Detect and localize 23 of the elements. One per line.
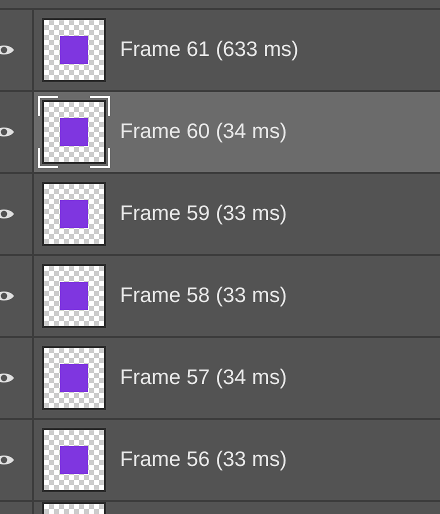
eye-icon[interactable] bbox=[0, 453, 14, 467]
eye-icon[interactable] bbox=[0, 207, 14, 221]
layer-row[interactable]: Frame 60 (34 ms) bbox=[34, 92, 440, 172]
frame-name: Frame 57 (34 ms) bbox=[120, 366, 287, 390]
frame-thumbnail bbox=[42, 182, 106, 246]
frame-name: Frame 61 (633 ms) bbox=[120, 38, 299, 62]
layer-row[interactable]: Frame 57 (34 ms) bbox=[34, 338, 440, 418]
layer-row[interactable]: Frame 61 (633 ms) bbox=[34, 10, 440, 90]
frame-thumbnail bbox=[42, 264, 106, 328]
eye-icon[interactable] bbox=[0, 289, 14, 303]
layer-row[interactable]: Frame 56 (33 ms) bbox=[34, 420, 440, 500]
frame-thumbnail bbox=[42, 346, 106, 410]
layer-row[interactable]: Frame 59 (33 ms) bbox=[34, 174, 440, 254]
frame-thumbnail bbox=[42, 18, 106, 82]
layer-row[interactable]: Frame 58 (33 ms) bbox=[34, 256, 440, 336]
eye-icon[interactable] bbox=[0, 371, 14, 385]
frame-name: Frame 60 (34 ms) bbox=[120, 120, 287, 144]
frame-name: Frame 59 (33 ms) bbox=[120, 202, 287, 226]
eye-icon[interactable] bbox=[0, 43, 14, 57]
frame-thumbnail bbox=[42, 428, 106, 492]
frame-name: Frame 56 (33 ms) bbox=[120, 448, 287, 472]
frame-name: Frame 58 (33 ms) bbox=[120, 284, 287, 308]
eye-icon[interactable] bbox=[0, 125, 14, 139]
